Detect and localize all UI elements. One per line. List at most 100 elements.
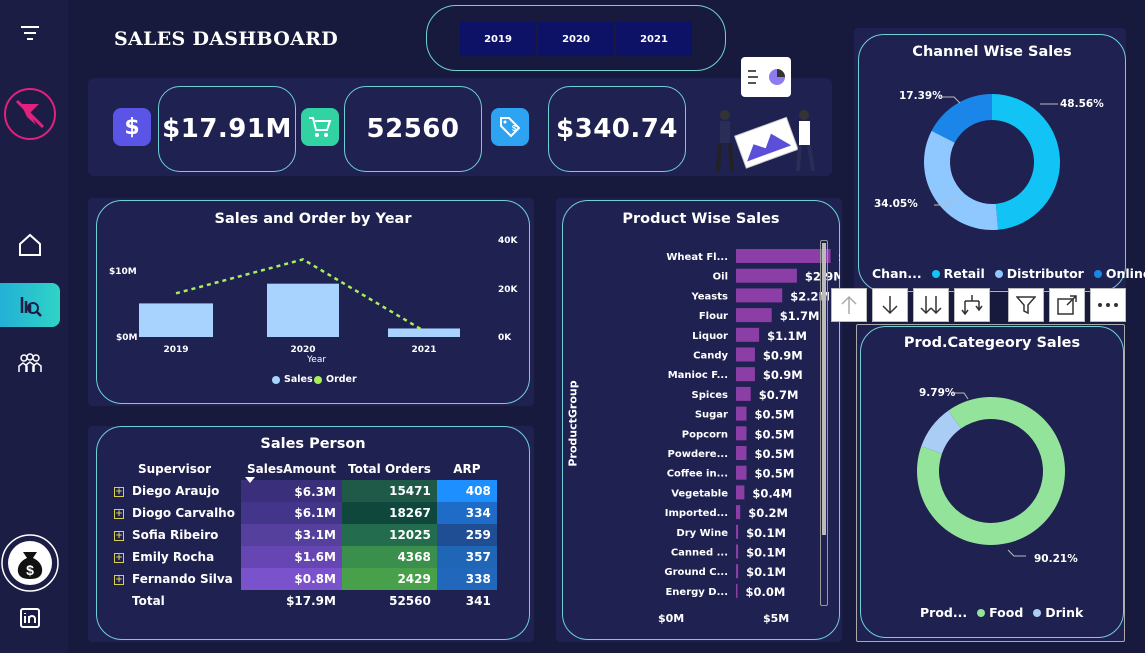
arp-cell: 338 [436, 568, 497, 590]
year-button-2021[interactable]: 2021 [616, 22, 692, 56]
dollar-icon: $ [113, 108, 151, 146]
product-value-0: $4.5M [839, 250, 841, 264]
total-amount: $17.9M [286, 594, 336, 608]
arp-cell: 408 [436, 480, 497, 502]
legend-sales: Sales [272, 374, 313, 385]
money-bag-icon[interactable]: $ [0, 533, 60, 593]
legend-online-label: Online [1105, 266, 1145, 281]
product-label-13: Imported... [665, 508, 728, 519]
home-icon[interactable] [0, 228, 60, 262]
linkedin-icon[interactable] [0, 606, 60, 630]
sidebar: $ [0, 0, 68, 653]
table-row[interactable]: + Fernando Silva $0.8M 2429 338 [108, 568, 497, 590]
drill-down-button[interactable] [872, 288, 908, 322]
expand-icon[interactable]: + [114, 508, 124, 519]
product-label-8: Sugar [695, 410, 728, 421]
supervisor-name: Diogo Carvalho [132, 506, 235, 520]
product-scrollbar[interactable] [820, 240, 828, 606]
table-row[interactable]: + Diogo Carvalho $6.1M 18267 334 [108, 502, 497, 524]
product-value-6: $0.9M [763, 368, 803, 382]
focus-mode-button[interactable] [1049, 288, 1085, 322]
supervisor-name: Emily Rocha [132, 550, 215, 564]
channel-title: Channel Wise Sales [912, 44, 1072, 60]
arp-cell: 357 [436, 546, 497, 568]
product-bar-9[interactable] [736, 426, 747, 441]
year-button-2020[interactable]: 2020 [538, 22, 614, 56]
header-salesamount[interactable]: SalesAmount [241, 458, 342, 480]
total-row: Total $17.9M 52560 341 [108, 590, 497, 612]
table-row[interactable]: + Emily Rocha $1.6M 4368 357 [108, 546, 497, 568]
product-bar-1[interactable] [736, 268, 797, 283]
product-label-7: Spices [692, 390, 728, 401]
product-bar-0[interactable] [736, 249, 831, 263]
product-bar-4[interactable] [736, 327, 760, 342]
product-value-3: $1.7M [780, 309, 820, 323]
supervisor-cell: + Diego Araujo [108, 480, 241, 502]
expand-all-down-button[interactable] [913, 288, 949, 322]
expand-icon[interactable]: + [114, 552, 124, 563]
product-bar-17[interactable] [736, 583, 738, 598]
total-label: Total [132, 594, 165, 608]
product-bar-5[interactable] [736, 347, 755, 362]
menu-icon[interactable] [0, 20, 60, 46]
product-bar-2[interactable] [736, 288, 783, 303]
product-bar-8[interactable] [736, 406, 747, 421]
product-bar-3[interactable] [736, 308, 772, 323]
product-bar-6[interactable] [736, 367, 755, 382]
expand-icon[interactable]: + [114, 486, 124, 497]
expand-next-level-button[interactable] [954, 288, 990, 322]
sales-person-title: Sales Person [260, 436, 366, 452]
legend-order: Order [314, 374, 357, 385]
legend-sales-dot [272, 375, 280, 384]
more-options-button[interactable] [1090, 288, 1126, 322]
people-icon[interactable] [0, 348, 60, 378]
sales-bar-2019[interactable] [139, 303, 213, 337]
table-row[interactable]: + Diego Araujo $6.3M 15471 408 [108, 480, 497, 502]
arp-cell: 334 [436, 502, 497, 524]
product-bar-13[interactable] [736, 505, 741, 520]
header-total-orders[interactable]: Total Orders [342, 458, 437, 480]
kpi-orders: 52560 [344, 86, 482, 172]
legend-online-dot [1093, 269, 1102, 278]
table-row[interactable]: + Sofia Ribeiro $3.1M 12025 259 [108, 524, 497, 546]
right-tick-20k: 20K [498, 285, 518, 295]
tag-icon: $ [491, 108, 529, 146]
expand-icon[interactable]: + [114, 530, 124, 541]
category-leader-lines [952, 392, 1026, 557]
x-tick-0m: $0M [658, 612, 685, 625]
x-axis-title: Year [307, 355, 327, 365]
product-bar-11[interactable] [736, 465, 747, 480]
category-legend-title: Prod... [920, 605, 968, 620]
product-label-15: Canned ... [671, 548, 728, 559]
category-legend: Prod... Food Drink [920, 605, 1083, 620]
year-button-2019[interactable]: 2019 [460, 22, 536, 56]
product-bar-15[interactable] [736, 544, 739, 559]
header-supervisor[interactable]: Supervisor [108, 458, 241, 480]
left-tick-top: $10M [109, 267, 137, 277]
product-bar-7[interactable] [736, 386, 751, 401]
drill-up-button[interactable] [831, 288, 867, 322]
sales-bar-2021[interactable] [388, 328, 460, 337]
legend-retail-label: Retail [943, 266, 985, 281]
product-bar-12[interactable] [736, 485, 745, 500]
orders-cell: 4368 [341, 546, 437, 568]
svg-text:$: $ [512, 124, 517, 133]
product-value-15: $0.1M [746, 546, 786, 560]
product-label-2: Yeasts [690, 291, 728, 302]
sales-bar-2020[interactable] [267, 283, 339, 337]
filter-button[interactable] [1008, 288, 1044, 322]
total-orders: 52560 [389, 594, 431, 608]
sort-desc-icon[interactable] [245, 477, 255, 483]
product-bar-10[interactable] [736, 446, 747, 460]
analytics-icon[interactable] [0, 283, 60, 327]
table-header: Supervisor SalesAmount Total Orders ARP [108, 458, 497, 480]
legend-order-dot [314, 375, 322, 384]
orders-cell: 15471 [341, 480, 437, 502]
product-bar-14[interactable] [736, 524, 739, 539]
legend-distributor-label: Distributor [1006, 266, 1084, 281]
header-arp[interactable]: ARP [437, 458, 497, 480]
legend-food-dot [977, 608, 986, 617]
expand-icon[interactable]: + [114, 574, 124, 585]
product-label-12: Vegetable [671, 488, 728, 499]
product-bar-16[interactable] [736, 564, 739, 579]
